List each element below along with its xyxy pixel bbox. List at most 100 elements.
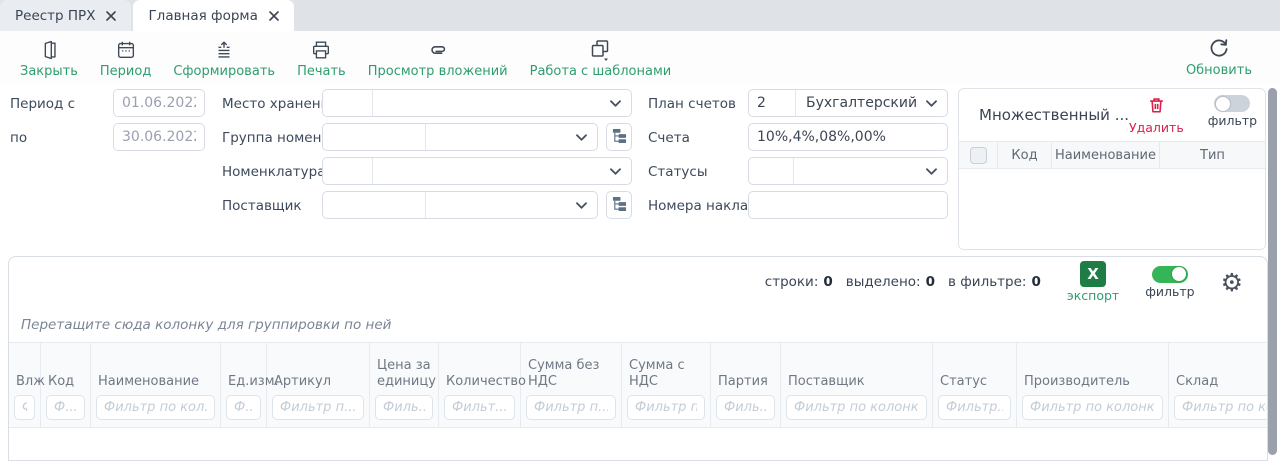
grid-column-title[interactable]: Артикул: [267, 374, 369, 395]
toolbar-button-label: Просмотр вложений: [368, 64, 508, 79]
grid-column-title[interactable]: Поставщик: [781, 374, 932, 395]
delete-button[interactable]: Удалить: [1129, 95, 1184, 135]
panel-title: Множественный ...: [979, 106, 1129, 124]
grid-column-filter-input[interactable]: [1174, 395, 1267, 420]
grid-column-1: Код: [41, 343, 91, 427]
grid-column-title[interactable]: Производитель: [1017, 374, 1168, 395]
grid-column-filter-input[interactable]: [226, 395, 261, 420]
toolbar-button-label: Период: [100, 64, 151, 79]
trash-icon: [1147, 95, 1166, 119]
refresh-button[interactable]: Обновить: [1182, 35, 1256, 80]
export-button[interactable]: X экспорт: [1067, 261, 1119, 303]
printer-icon: [310, 38, 332, 62]
tab-close-icon[interactable]: [106, 11, 116, 21]
supplier-tree-button[interactable]: [606, 191, 632, 219]
invoice-numbers-input[interactable]: [748, 191, 948, 219]
grid-column-6: Количество: [439, 343, 521, 427]
stat-item: строки:0: [765, 274, 833, 290]
grid-column-10: Поставщик: [781, 343, 933, 427]
grid-column-filter-input[interactable]: [444, 395, 515, 420]
nomenclature-select[interactable]: [373, 158, 631, 184]
storage-code-input[interactable]: [323, 90, 373, 116]
grid-column-filter-input[interactable]: [627, 395, 705, 420]
gear-icon[interactable]: ⚙: [1221, 270, 1243, 295]
toolbar-button-door[interactable]: Закрыть: [16, 36, 82, 81]
tab-bar: Реестр ПРХ Главная форма: [0, 0, 1280, 31]
grid-column-filter-input[interactable]: [1022, 395, 1163, 420]
grid-column-filter-input[interactable]: [46, 395, 85, 420]
group-code-input[interactable]: [323, 124, 426, 150]
toolbar-button-calendar[interactable]: Период: [96, 36, 155, 81]
chevron-down-icon: [926, 163, 937, 179]
toolbar-button-generate[interactable]: Сформировать: [169, 36, 279, 81]
vertical-scrollbar[interactable]: [1268, 88, 1277, 455]
grid-column-title[interactable]: Сумма без НДС: [521, 358, 621, 396]
stat-label: выделено:: [846, 274, 921, 290]
grid-column-title[interactable]: Ед.изм.: [221, 374, 266, 395]
supplier-combo: [322, 191, 598, 219]
grid-column-filter-input[interactable]: [716, 395, 775, 420]
toolbar-button-templates[interactable]: Работа с шаблонами: [526, 36, 676, 81]
grid-column-13: Склад: [1169, 343, 1267, 427]
statuses-select[interactable]: [794, 158, 947, 184]
panel-grid-header: КодНаименованиеТип: [959, 141, 1265, 169]
stat-value: 0: [1031, 274, 1040, 290]
tab-1[interactable]: Главная форма: [133, 0, 293, 31]
grid-column-filter-input[interactable]: [375, 395, 433, 420]
groupby-drop-zone[interactable]: Перетащите сюда колонку для группировки …: [9, 307, 1267, 342]
stat-value: 0: [823, 274, 832, 290]
grid-column-filter-input[interactable]: [272, 395, 364, 420]
toolbar-button-label: Закрыть: [20, 64, 78, 79]
supplier-code-input[interactable]: [323, 192, 426, 218]
groupby-hint: Перетащите сюда колонку для группировки …: [21, 317, 391, 333]
grid-column-title[interactable]: Количество: [439, 374, 520, 395]
grid-column-title[interactable]: Наименование: [91, 374, 220, 395]
tab-0[interactable]: Реестр ПРХ: [0, 0, 131, 31]
grid-stats: строки:0выделено:0в фильтре:0: [765, 274, 1041, 290]
grid-header-row: ВлжКодНаименованиеЕд.изм.АртикулЦена за …: [9, 342, 1267, 428]
grid-column-filter-input[interactable]: [786, 395, 927, 420]
grid-column-title[interactable]: Статус: [933, 374, 1016, 395]
tab-label: Реестр ПРХ: [15, 8, 95, 24]
app-window: Реестр ПРХ Главная форма Закрыть Период Сфо…: [0, 0, 1280, 461]
panel-filter-toggle[interactable]: [1214, 95, 1250, 112]
grid-column-title[interactable]: Влж: [9, 374, 40, 395]
period-to-input[interactable]: [113, 123, 205, 151]
nomenclature-combo: [322, 157, 632, 185]
grid-column-4: Артикул: [267, 343, 370, 427]
tree-icon: [612, 196, 627, 215]
select-all-checkbox[interactable]: [970, 147, 987, 164]
grid-column-2: Наименование: [91, 343, 221, 427]
period-from-input[interactable]: [113, 89, 205, 117]
grid-column-title[interactable]: Партия: [711, 374, 780, 395]
grid-column-7: Сумма без НДС: [521, 343, 622, 427]
group-tree-button[interactable]: [606, 123, 632, 151]
grid-column-title[interactable]: Код: [41, 374, 90, 395]
chart-of-accounts-select[interactable]: Бухгалтерский: [796, 90, 947, 116]
storage-select[interactable]: [373, 90, 631, 116]
toolbar-button-printer[interactable]: Печать: [293, 36, 350, 81]
toolbar-button-paperclip[interactable]: Просмотр вложений: [364, 36, 512, 81]
grid-column-filter-input[interactable]: [14, 395, 35, 420]
supplier-select[interactable]: [426, 192, 597, 218]
tab-label: Главная форма: [148, 8, 257, 24]
statuses-code-input[interactable]: [749, 158, 794, 184]
grid-column-9: Партия: [711, 343, 781, 427]
panel-select-all-cell: [959, 147, 997, 164]
grid-filter-toggle[interactable]: [1152, 266, 1188, 283]
chart-of-accounts-select-value: Бухгалтерский: [806, 95, 917, 111]
nomenclature-code-input[interactable]: [323, 158, 373, 184]
accounts-input[interactable]: [748, 123, 948, 151]
stat-item: в фильтре:0: [948, 274, 1041, 290]
tab-close-icon[interactable]: [269, 11, 279, 21]
grid-column-filter-input[interactable]: [526, 395, 616, 420]
grid-column-filter-input[interactable]: [938, 395, 1011, 420]
grid-column-title[interactable]: Склад: [1169, 374, 1267, 395]
generate-icon: [213, 38, 235, 62]
grid-column-filter-input[interactable]: [96, 395, 215, 420]
group-select[interactable]: [426, 124, 597, 150]
grid-column-title[interactable]: Цена за единицу: [370, 358, 438, 396]
grid-column-title[interactable]: Сумма с НДС: [622, 358, 710, 396]
chart-of-accounts-code-input[interactable]: [749, 90, 796, 116]
multi-select-panel-header: Множественный ... Удалить фильтр: [959, 89, 1265, 141]
